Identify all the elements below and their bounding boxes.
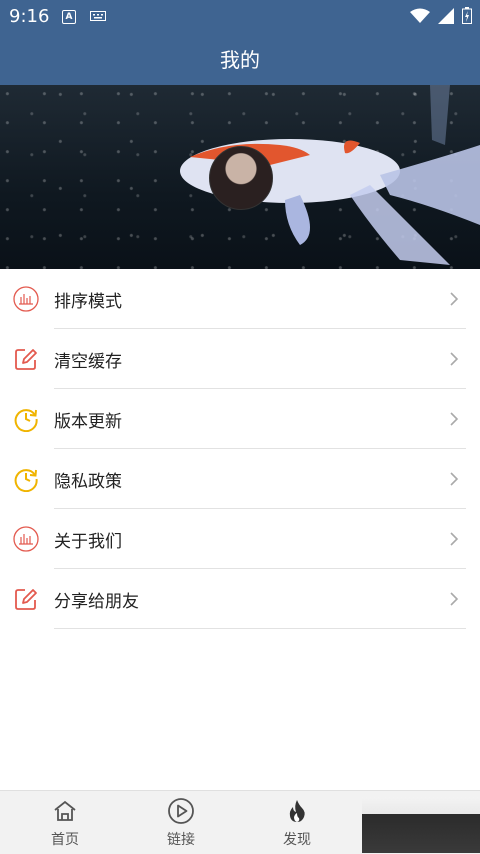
- signal-icon: [438, 7, 454, 24]
- divider: [54, 628, 466, 629]
- chevron-right-icon: [448, 471, 460, 486]
- floating-preview-thumbnail[interactable]: [362, 797, 480, 853]
- chevron-right-icon: [448, 531, 460, 546]
- menu-item-2[interactable]: 清空缓存: [0, 329, 480, 389]
- wifi-icon: [410, 8, 430, 23]
- keyboard-icon: [90, 11, 106, 21]
- clock-refresh-icon: [13, 406, 39, 433]
- tab-links[interactable]: 链接: [122, 791, 240, 854]
- menu-item-5[interactable]: 关于我们: [0, 509, 480, 569]
- menu-item-3[interactable]: 版本更新: [0, 389, 480, 449]
- menu-item-1[interactable]: 排序模式: [0, 269, 480, 329]
- chevron-right-icon: [448, 351, 460, 366]
- bar-chart-circle-icon: [13, 286, 39, 312]
- chevron-right-icon: [448, 291, 460, 306]
- tab-discover[interactable]: 发现: [238, 791, 356, 854]
- settings-menu: 排序模式清空缓存版本更新隐私政策关于我们分享给朋友: [0, 269, 480, 629]
- clock-refresh-icon: [13, 466, 39, 493]
- menu-item-4[interactable]: 隐私政策: [0, 449, 480, 509]
- status-time: 9:16: [9, 6, 50, 27]
- user-avatar[interactable]: [209, 146, 273, 210]
- menu-item-label: 清空缓存: [54, 352, 122, 372]
- edit-square-icon: [13, 346, 39, 372]
- page-title: 我的: [220, 48, 260, 72]
- menu-item-6[interactable]: 分享给朋友: [0, 569, 480, 629]
- bar-chart-circle-icon: [13, 526, 39, 552]
- app-notification-icon: A: [62, 10, 76, 24]
- chevron-right-icon: [448, 411, 460, 426]
- tab-home[interactable]: 首页: [6, 791, 124, 854]
- edit-square-icon: [13, 586, 39, 612]
- tab-discover-label: 发现: [283, 832, 311, 848]
- home-icon: [54, 800, 76, 821]
- menu-item-label: 关于我们: [54, 532, 122, 552]
- menu-item-label: 隐私政策: [54, 472, 122, 492]
- menu-item-label: 排序模式: [54, 292, 122, 312]
- chevron-right-icon: [448, 591, 460, 606]
- profile-banner: [0, 85, 480, 269]
- app-header: 9:16 A 我的: [0, 0, 480, 85]
- menu-item-label: 分享给朋友: [54, 592, 139, 612]
- tab-home-label: 首页: [51, 832, 79, 848]
- flame-icon: [289, 800, 305, 822]
- menu-item-label: 版本更新: [54, 412, 122, 432]
- play-circle-icon: [168, 798, 194, 824]
- tab-links-label: 链接: [167, 832, 195, 848]
- battery-icon: [462, 7, 472, 24]
- status-bar: 9:16 A: [0, 0, 480, 32]
